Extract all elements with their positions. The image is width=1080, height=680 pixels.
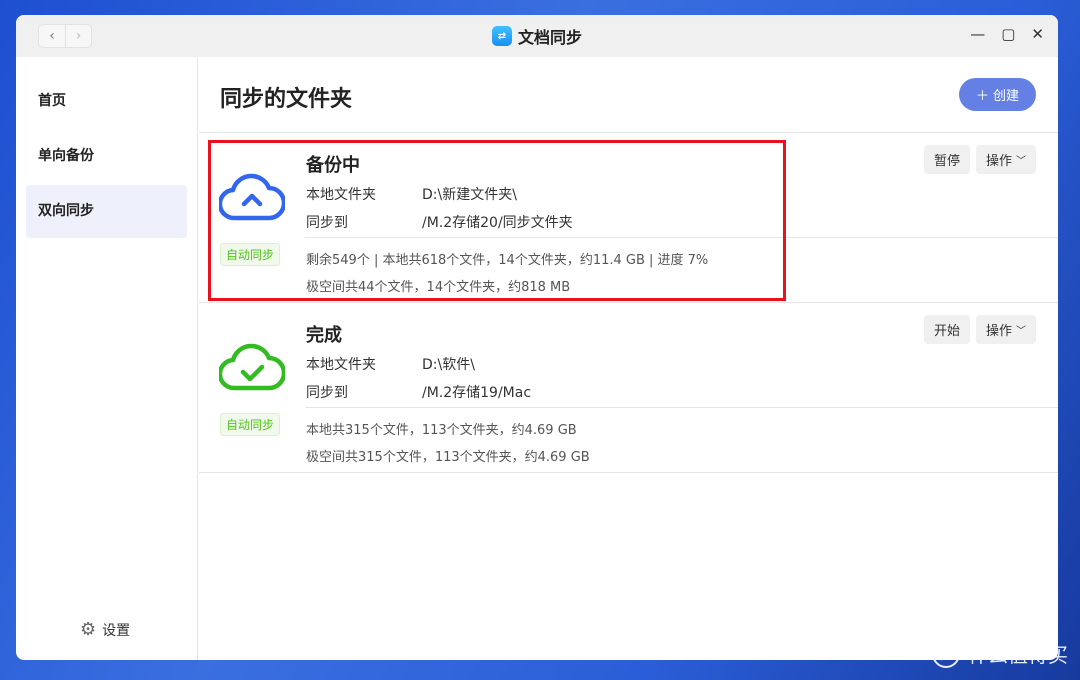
operations-dropdown[interactable]: 操作 ﹀: [976, 145, 1036, 174]
operations-label: 操作: [986, 150, 1012, 169]
sync-to-label: 同步到: [306, 215, 348, 231]
forward-button[interactable]: ›: [65, 25, 91, 47]
watermark-badge: 值: [932, 640, 960, 668]
local-folder-label: 本地文件夹: [306, 357, 376, 373]
operations-label: 操作: [986, 320, 1012, 339]
sidebar-item-one-way-backup[interactable]: 单向备份: [26, 130, 187, 183]
task-status: 备份中: [306, 151, 360, 177]
local-folder-label: 本地文件夹: [306, 187, 376, 203]
sync-to-path: /M.2存储19/Mac: [422, 382, 531, 402]
local-folder-path: D:\软件\: [422, 354, 475, 374]
settings-button[interactable]: ⚙ 设置: [80, 619, 130, 640]
nav-buttons: ‹ ›: [38, 24, 92, 48]
local-info: 剩余549个 | 本地共618个文件，14个文件夹，约11.4 GB | 进度 …: [306, 249, 708, 268]
remote-info: 极空间共315个文件，113个文件夹，约4.69 GB: [306, 446, 590, 465]
plus-icon: ＋: [976, 85, 989, 104]
page-title: 同步的文件夹: [220, 81, 352, 113]
maximize-button[interactable]: ▢: [1001, 25, 1015, 43]
back-button[interactable]: ‹: [39, 25, 65, 47]
minimize-button[interactable]: —: [970, 25, 985, 43]
watermark-text: 什么值得买: [968, 639, 1068, 668]
sync-to-label: 同步到: [306, 385, 348, 401]
app-window: ‹ › ⇄ 文档同步 — ▢ ✕ 首页 单向备份 双向同步 ⚙ 设置 同步的文件…: [16, 15, 1058, 660]
chevron-down-icon: ﹀: [1016, 152, 1026, 167]
pause-button[interactable]: 暂停: [924, 145, 970, 174]
sync-task-card: 自动同步 完成 本地文件夹 D:\软件\ 同步到/M.2存储19/Mac 本地共3…: [199, 303, 1058, 473]
task-status: 完成: [306, 321, 342, 347]
local-info: 本地共315个文件，113个文件夹，约4.69 GB: [306, 419, 577, 438]
close-button[interactable]: ✕: [1031, 25, 1044, 43]
cloud-check-icon: [219, 341, 285, 393]
start-button[interactable]: 开始: [924, 315, 970, 344]
chevron-down-icon: ﹀: [1016, 322, 1026, 337]
sync-doc-icon: ⇄: [492, 26, 512, 46]
window-title: 文档同步: [518, 24, 582, 48]
watermark: 值什么值得买: [932, 639, 1068, 668]
create-label: 创建: [993, 85, 1019, 104]
auto-sync-badge: 自动同步: [220, 413, 280, 436]
sidebar-item-two-way-sync[interactable]: 双向同步: [26, 185, 187, 238]
cloud-upload-icon: [219, 171, 285, 223]
remote-info: 极空间共44个文件，14个文件夹，约818 MB: [306, 276, 570, 295]
local-folder-path: D:\新建文件夹\: [422, 184, 517, 204]
gear-icon: ⚙: [80, 619, 96, 640]
main-content: 同步的文件夹 ＋创建 自动同步 备份中 本地文件夹 D:\新建文件夹\ 同步到/M…: [199, 57, 1058, 660]
operations-dropdown[interactable]: 操作 ﹀: [976, 315, 1036, 344]
sidebar-item-home[interactable]: 首页: [26, 75, 187, 128]
sync-task-card: 自动同步 备份中 本地文件夹 D:\新建文件夹\ 同步到/M.2存储20/同步文件…: [199, 133, 1058, 303]
title-bar: ‹ › ⇄ 文档同步 — ▢ ✕: [16, 15, 1058, 57]
sidebar: 首页 单向备份 双向同步 ⚙ 设置: [16, 57, 198, 660]
sync-to-path: /M.2存储20/同步文件夹: [422, 212, 573, 232]
settings-label: 设置: [102, 620, 130, 640]
auto-sync-badge: 自动同步: [220, 243, 280, 266]
create-button[interactable]: ＋创建: [959, 78, 1036, 111]
